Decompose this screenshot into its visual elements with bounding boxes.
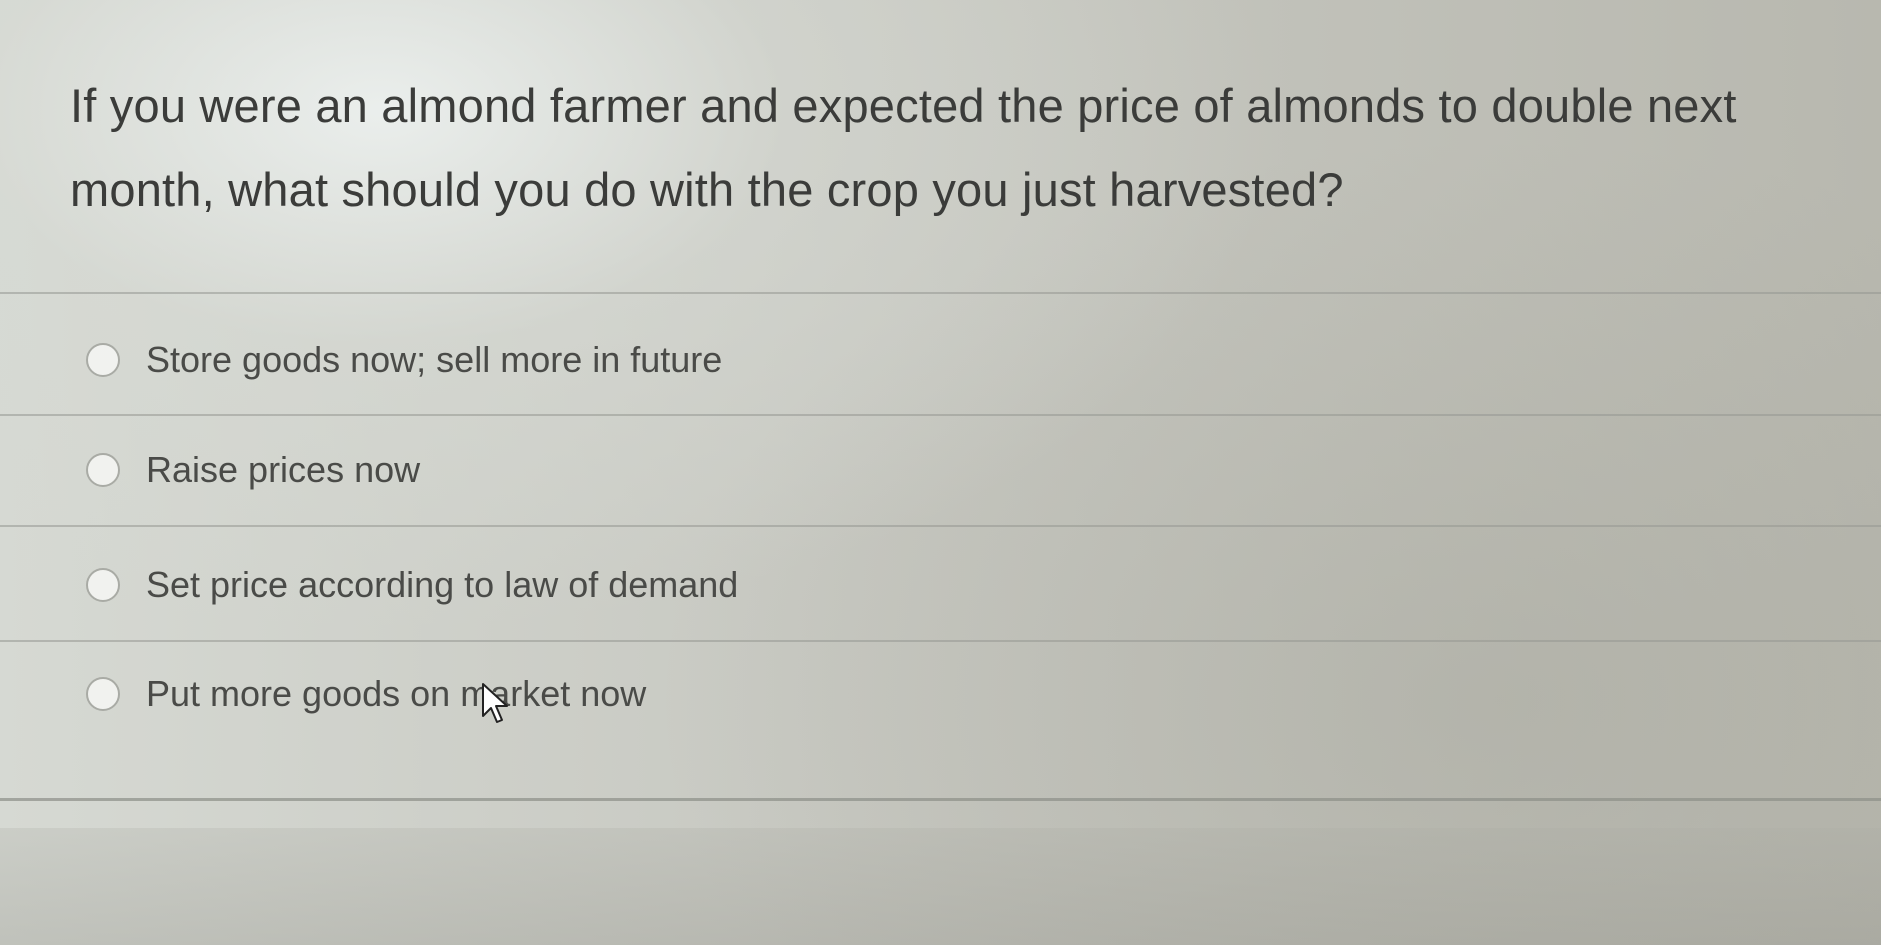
radio-button-icon[interactable] xyxy=(86,568,120,602)
answer-option-more-goods[interactable]: Put more goods on market now xyxy=(86,664,646,724)
quiz-card: If you were an almond farmer and expecte… xyxy=(0,0,1881,945)
divider xyxy=(0,525,1881,527)
radio-button-icon[interactable] xyxy=(86,453,120,487)
answer-option-label: Put more goods on market now xyxy=(146,673,647,714)
divider xyxy=(0,292,1881,294)
answer-option-label: Raise prices now xyxy=(146,449,421,490)
question-text: If you were an almond farmer and expecte… xyxy=(70,79,1737,216)
answer-option-store-goods[interactable]: Store goods now; sell more in future xyxy=(86,330,722,390)
answer-option-law-of-demand[interactable]: Set price according to law of demand xyxy=(86,555,738,615)
divider xyxy=(0,798,1881,801)
radio-button-icon[interactable] xyxy=(86,343,120,377)
arrow-pointer-icon xyxy=(482,683,508,723)
divider xyxy=(0,640,1881,642)
divider xyxy=(0,414,1881,416)
answer-option-label: Set price according to law of demand xyxy=(146,564,739,605)
answer-option-label: Store goods now; sell more in future xyxy=(146,339,723,380)
radio-button-icon[interactable] xyxy=(86,677,120,711)
bottom-area xyxy=(0,828,1881,945)
answer-option-raise-prices[interactable]: Raise prices now xyxy=(86,440,420,500)
